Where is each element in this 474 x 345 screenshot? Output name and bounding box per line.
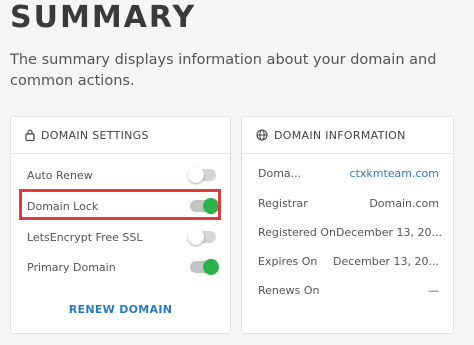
- summary-page: SUMMARY The summary displays information…: [0, 0, 474, 345]
- letsencrypt-ssl-toggle[interactable]: [188, 229, 216, 245]
- setting-letsencrypt-ssl: LetsEncrypt Free SSL: [27, 227, 216, 247]
- domain-settings-title: DOMAIN SETTINGS: [41, 128, 149, 142]
- setting-primary-domain: Primary Domain: [27, 257, 219, 277]
- domain-settings-card: DOMAIN SETTINGS Auto Renew Domain Lock L…: [10, 116, 231, 334]
- auto-renew-toggle[interactable]: [188, 167, 216, 183]
- info-value: Domain.com: [369, 196, 439, 210]
- info-row-domain: Doma... ctxkmteam.com: [258, 165, 439, 181]
- info-label: Registrar: [258, 196, 308, 210]
- domain-information-header: DOMAIN INFORMATION: [242, 117, 453, 154]
- info-row-registrar: Registrar Domain.com: [258, 195, 439, 211]
- domain-settings-header: DOMAIN SETTINGS: [11, 117, 230, 154]
- primary-domain-toggle[interactable]: [190, 259, 219, 275]
- page-title: SUMMARY: [10, 0, 197, 35]
- info-label: Renews On: [258, 283, 320, 297]
- info-value: —: [428, 283, 439, 297]
- domain-link[interactable]: ctxkmteam.com: [350, 167, 439, 180]
- renew-domain-button[interactable]: RENEW DOMAIN: [11, 303, 230, 316]
- lock-icon: [25, 129, 35, 141]
- info-value: December 13, 20...: [335, 225, 442, 239]
- setting-auto-renew: Auto Renew: [27, 165, 216, 185]
- setting-label: Auto Renew: [27, 168, 93, 182]
- info-row-expires-on: Expires On December 13, 20...: [258, 253, 439, 269]
- domain-information-card: DOMAIN INFORMATION Doma... ctxkmteam.com…: [241, 116, 454, 334]
- info-label: Expires On: [258, 254, 318, 268]
- info-label: Doma...: [258, 166, 302, 180]
- setting-label: LetsEncrypt Free SSL: [27, 230, 143, 244]
- domain-lock-highlight: [19, 189, 221, 220]
- info-row-registered-on: Registered On December 13, 20...: [258, 224, 442, 240]
- info-row-renews-on: Renews On —: [258, 282, 439, 298]
- page-subtitle: The summary displays information about y…: [10, 52, 437, 89]
- info-label: Registered On: [258, 225, 336, 239]
- domain-information-title: DOMAIN INFORMATION: [274, 128, 406, 142]
- globe-icon: [256, 129, 268, 141]
- setting-label: Primary Domain: [27, 260, 116, 274]
- info-value: December 13, 20...: [332, 254, 439, 268]
